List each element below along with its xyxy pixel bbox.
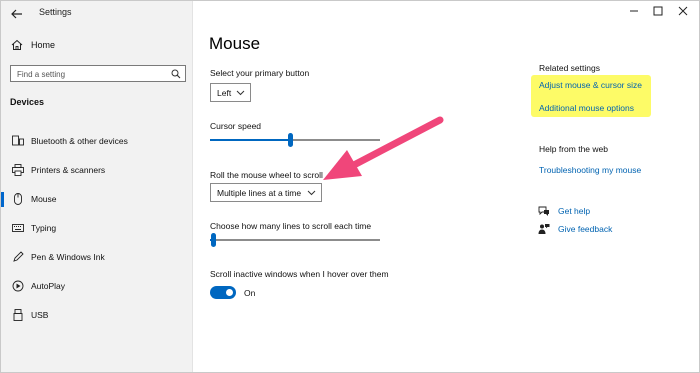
inactive-scroll-label: Scroll inactive windows when I hover ove… [210, 269, 389, 279]
sidebar-item-bluetooth[interactable]: Bluetooth & other devices [1, 127, 193, 156]
home-icon [11, 39, 23, 50]
back-arrow-icon[interactable] [9, 6, 25, 22]
maximize-icon[interactable] [650, 4, 666, 18]
chevron-down-icon [236, 90, 245, 96]
primary-button-dropdown[interactable]: Left [210, 83, 251, 102]
autoplay-icon [12, 280, 24, 292]
minimize-icon[interactable] [626, 4, 642, 18]
get-help-icon [538, 206, 549, 216]
sidebar-item-label: Typing [31, 223, 57, 233]
adjust-cursor-size-link[interactable]: Adjust mouse & cursor size [539, 80, 642, 90]
dropdown-value: Multiple lines at a time [217, 188, 302, 198]
sidebar-item-label: Mouse [31, 194, 57, 204]
sidebar-item-usb[interactable]: USB [1, 301, 193, 330]
section-title: Devices [10, 97, 45, 107]
pen-icon [13, 251, 24, 262]
sidebar-item-typing[interactable]: Typing [1, 214, 193, 243]
sidebar-nav: Bluetooth & other devices Printers & sca… [1, 127, 193, 330]
get-help-link[interactable]: Get help [558, 206, 590, 216]
sidebar-item-label: Printers & scanners [31, 165, 106, 175]
page-title: Mouse [209, 34, 261, 53]
search-input[interactable] [17, 68, 167, 80]
window-title: Settings [39, 7, 72, 17]
troubleshooting-link[interactable]: Troubleshooting my mouse [539, 165, 641, 175]
related-settings-title: Related settings [539, 63, 600, 73]
lines-to-scroll-label: Choose how many lines to scroll each tim… [210, 221, 372, 231]
sidebar-item-mouse[interactable]: Mouse [1, 185, 193, 214]
give-feedback-link[interactable]: Give feedback [558, 224, 612, 234]
primary-button-label: Select your primary button [210, 68, 310, 78]
keyboard-icon [12, 224, 24, 232]
chevron-down-icon [307, 190, 316, 196]
wheel-scroll-label: Roll the mouse wheel to scroll [210, 170, 323, 180]
sidebar-item-label: Home [31, 40, 56, 50]
bluetooth-devices-icon [12, 135, 24, 146]
sidebar-item-home[interactable]: Home [1, 35, 193, 57]
sidebar-item-label: Pen & Windows Ink [31, 252, 105, 262]
additional-mouse-options-link[interactable]: Additional mouse options [539, 103, 634, 113]
cursor-speed-label: Cursor speed [210, 121, 262, 131]
sidebar-item-printers[interactable]: Printers & scanners [1, 156, 193, 185]
slider-thumb[interactable] [288, 133, 293, 147]
wheel-scroll-dropdown[interactable]: Multiple lines at a time [210, 183, 322, 202]
close-icon[interactable] [675, 4, 691, 18]
search-box[interactable] [10, 65, 186, 82]
inactive-scroll-toggle[interactable] [210, 286, 236, 299]
dropdown-value: Left [217, 88, 232, 98]
toggle-state: On [244, 288, 256, 298]
sidebar: Settings Home Devices Bluetooth & other … [1, 1, 193, 372]
lines-to-scroll-slider[interactable] [210, 233, 380, 247]
cursor-speed-slider[interactable] [210, 133, 380, 147]
toggle-knob [226, 289, 233, 296]
slider-track [210, 239, 380, 241]
sidebar-item-label: Bluetooth & other devices [31, 136, 128, 146]
help-title: Help from the web [539, 144, 608, 154]
slider-fill [210, 139, 290, 141]
sidebar-item-label: AutoPlay [31, 281, 66, 291]
printer-icon [12, 164, 24, 176]
usb-icon [13, 309, 23, 321]
slider-thumb[interactable] [211, 233, 216, 247]
search-icon[interactable] [171, 69, 181, 79]
feedback-icon [538, 224, 550, 234]
sidebar-item-autoplay[interactable]: AutoPlay [1, 272, 193, 301]
sidebar-item-label: USB [31, 310, 49, 320]
mouse-icon [14, 193, 22, 205]
sidebar-item-pen[interactable]: Pen & Windows Ink [1, 243, 193, 272]
